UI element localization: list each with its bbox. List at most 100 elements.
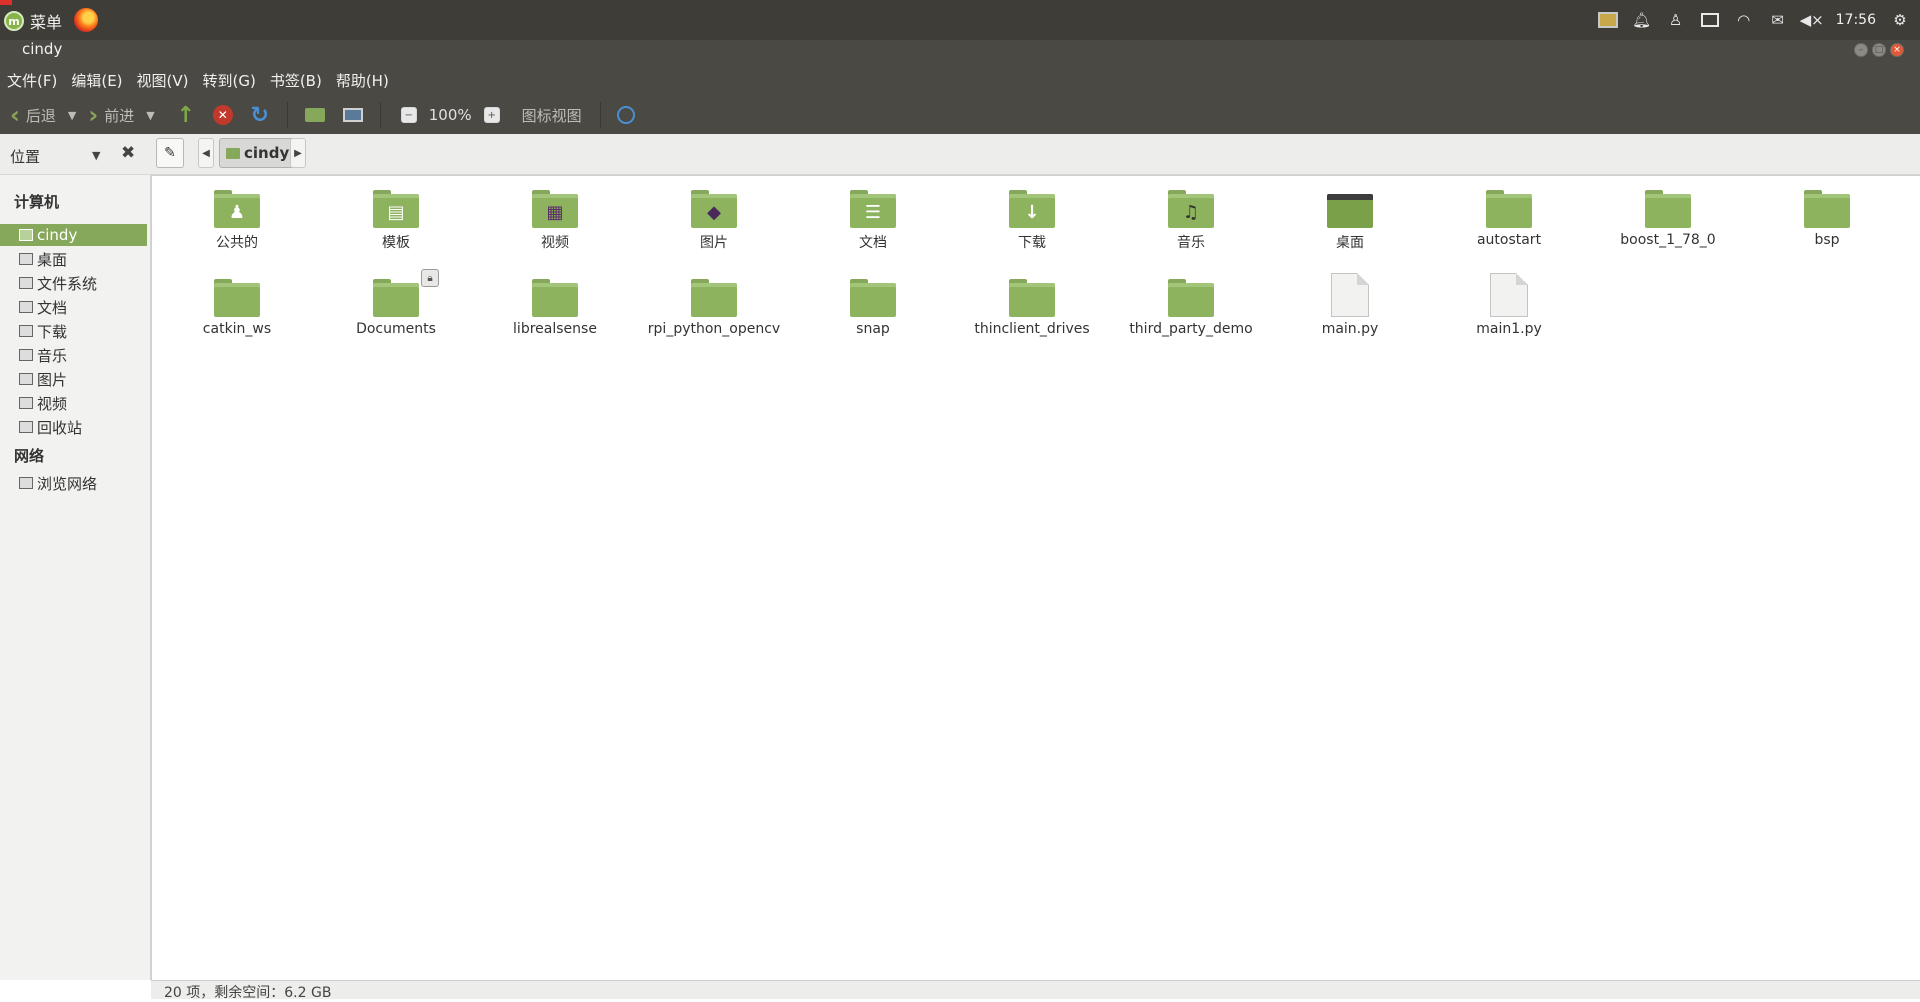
forward-label: 前进 bbox=[104, 106, 135, 125]
sidebar-item-music[interactable]: 音乐 bbox=[0, 344, 147, 366]
computer-icon bbox=[342, 108, 363, 122]
file-item-bsp[interactable]: bsp bbox=[1752, 190, 1902, 248]
screen-icon[interactable] bbox=[1597, 10, 1618, 30]
breadcrumb-current[interactable]: cindy bbox=[219, 138, 297, 168]
music-folder-icon bbox=[19, 349, 33, 361]
document-icon: ☰ bbox=[864, 201, 882, 223]
folder-icon bbox=[691, 279, 737, 317]
file-item-videos[interactable]: ▦ 视频 bbox=[480, 190, 630, 252]
menu-edit[interactable]: 编辑(E) bbox=[64, 69, 129, 93]
stop-icon[interactable]: ✕ bbox=[212, 105, 233, 125]
location-mode-select[interactable]: 位置 bbox=[10, 146, 40, 167]
file-item-rpi-python-opencv[interactable]: rpi_python_opencv bbox=[639, 279, 789, 337]
computer-button[interactable] bbox=[342, 104, 364, 126]
desktop-icon bbox=[19, 253, 33, 265]
file-item-third-party-demo[interactable]: third_party_demo bbox=[1116, 279, 1266, 337]
toolbar-separator bbox=[379, 102, 381, 128]
statusbar bbox=[151, 980, 1920, 999]
file-item-music[interactable]: ♫ 音乐 bbox=[1116, 190, 1266, 252]
file-item-autostart[interactable]: autostart bbox=[1434, 190, 1584, 248]
user-icon[interactable]: ♙ bbox=[1666, 10, 1686, 30]
back-button[interactable]: ‹ 后退 bbox=[10, 97, 56, 133]
chevron-down-icon[interactable]: ▼ bbox=[92, 149, 100, 162]
sidebar-item-home[interactable]: cindy bbox=[0, 224, 147, 246]
folder-icon: 🔒︎ bbox=[373, 269, 439, 317]
menubar: 文件(F) 编辑(E) 视图(V) 转到(G) 书签(B) 帮助(H) bbox=[0, 69, 396, 93]
file-item-boost[interactable]: boost_1_78_0 bbox=[1593, 190, 1743, 248]
corner-mark bbox=[0, 0, 12, 5]
file-item-catkin-ws[interactable]: catkin_ws bbox=[162, 279, 312, 337]
file-item-documents[interactable]: 🔒︎ Documents bbox=[321, 269, 471, 337]
file-item-documents-cn[interactable]: ☰ 文档 bbox=[798, 190, 948, 252]
close-button[interactable]: × bbox=[1890, 43, 1904, 57]
status-text: 20 项，剩余空间：6.2 GB bbox=[164, 985, 332, 1001]
drive-icon bbox=[19, 277, 33, 289]
menu-go[interactable]: 转到(G) bbox=[196, 69, 263, 93]
close-sidebar-icon[interactable]: ✖ bbox=[121, 143, 135, 163]
trash-icon bbox=[19, 421, 33, 433]
sidebar-item-desktop[interactable]: 桌面 bbox=[0, 248, 147, 270]
breadcrumb-scroll-left[interactable]: ◀ bbox=[198, 138, 214, 168]
file-icon-view[interactable]: ♟ 公共的 ▤ 模板 ▦ 视频 ◆ 图片 ☰ 文档 ↓ 下载 ♫ 音乐 桌面 a… bbox=[151, 175, 1920, 981]
sidebar-item-videos[interactable]: 视频 bbox=[0, 392, 147, 414]
home-folder-icon bbox=[226, 147, 240, 159]
home-folder-button[interactable] bbox=[304, 104, 326, 126]
file-label: 图片 bbox=[700, 235, 728, 251]
zoom-in-icon[interactable]: + bbox=[483, 107, 500, 123]
breadcrumb-scroll-right[interactable]: ▶ bbox=[290, 138, 306, 168]
file-item-templates[interactable]: ▤ 模板 bbox=[321, 190, 471, 252]
edit-path-button[interactable]: ✎ bbox=[156, 138, 184, 168]
menu-view[interactable]: 视图(V) bbox=[130, 69, 196, 93]
folder-icon bbox=[1804, 190, 1850, 228]
pencil-icon: ✎ bbox=[164, 145, 176, 161]
folder-icon bbox=[1645, 190, 1691, 228]
file-item-snap[interactable]: snap bbox=[798, 279, 948, 337]
file-item-pictures[interactable]: ◆ 图片 bbox=[639, 190, 789, 252]
minimize-button[interactable]: – bbox=[1854, 43, 1868, 57]
search-icon[interactable] bbox=[616, 106, 635, 124]
volume-muted-icon[interactable]: ◀× bbox=[1800, 10, 1824, 30]
folder-icon: ♫ bbox=[1168, 190, 1214, 228]
sidebar-item-trash[interactable]: 回收站 bbox=[0, 416, 147, 438]
download-folder-icon bbox=[19, 325, 33, 337]
folder-icon: ▦ bbox=[532, 190, 578, 228]
file-item-librealsense[interactable]: librealsense bbox=[480, 279, 630, 337]
sidebar-heading-network: 网络 bbox=[14, 447, 45, 465]
file-item-desktop[interactable]: 桌面 bbox=[1275, 190, 1425, 252]
file-label: librealsense bbox=[513, 321, 597, 337]
document-folder-icon bbox=[19, 301, 33, 313]
wifi-icon[interactable]: ◠ bbox=[1734, 10, 1754, 30]
zoom-out-icon[interactable]: − bbox=[400, 107, 417, 123]
reload-icon[interactable]: ↻ bbox=[249, 103, 271, 128]
forward-button[interactable]: › 前进 bbox=[88, 97, 134, 133]
view-mode-select[interactable]: 图标视图 bbox=[512, 97, 592, 133]
file-label: 下载 bbox=[1018, 235, 1046, 251]
menu-file[interactable]: 文件(F) bbox=[0, 69, 64, 93]
sidebar-item-downloads[interactable]: 下载 bbox=[0, 320, 147, 342]
back-history-dropdown[interactable]: ▼ bbox=[68, 109, 76, 122]
sidebar-item-filesystem[interactable]: 文件系统 bbox=[0, 272, 147, 294]
sidebar-item-documents[interactable]: 文档 bbox=[0, 296, 147, 318]
file-label: boost_1_78_0 bbox=[1620, 232, 1716, 248]
file-item-main-py[interactable]: main.py bbox=[1275, 273, 1425, 337]
gear-icon[interactable]: ⚙ bbox=[1890, 10, 1910, 30]
sidebar-item-browse-network[interactable]: 浏览网络 bbox=[0, 472, 147, 494]
bell-icon[interactable]: 🔔︎ bbox=[1632, 10, 1652, 30]
file-item-downloads[interactable]: ↓ 下载 bbox=[957, 190, 1107, 252]
file-item-thinclient-drives[interactable]: thinclient_drives bbox=[957, 279, 1107, 337]
firefox-icon[interactable] bbox=[74, 8, 98, 32]
forward-history-dropdown[interactable]: ▼ bbox=[146, 109, 154, 122]
clock[interactable]: 17:56 bbox=[1836, 12, 1876, 28]
maximize-button[interactable]: □ bbox=[1872, 43, 1886, 57]
start-menu-button[interactable]: m 菜单 bbox=[4, 8, 62, 34]
folder-icon: ▤ bbox=[373, 190, 419, 228]
sidebar-item-pictures[interactable]: 图片 bbox=[0, 368, 147, 390]
mail-icon[interactable]: ✉ bbox=[1768, 10, 1788, 30]
file-item-main1-py[interactable]: main1.py bbox=[1434, 273, 1584, 337]
menu-bookmarks[interactable]: 书签(B) bbox=[263, 69, 329, 93]
menu-help[interactable]: 帮助(H) bbox=[329, 69, 396, 93]
file-item-public[interactable]: ♟ 公共的 bbox=[162, 190, 312, 252]
file-label: third_party_demo bbox=[1129, 321, 1253, 337]
up-arrow-icon[interactable]: ↑ bbox=[175, 103, 197, 128]
keyboard-icon[interactable] bbox=[1700, 10, 1720, 30]
